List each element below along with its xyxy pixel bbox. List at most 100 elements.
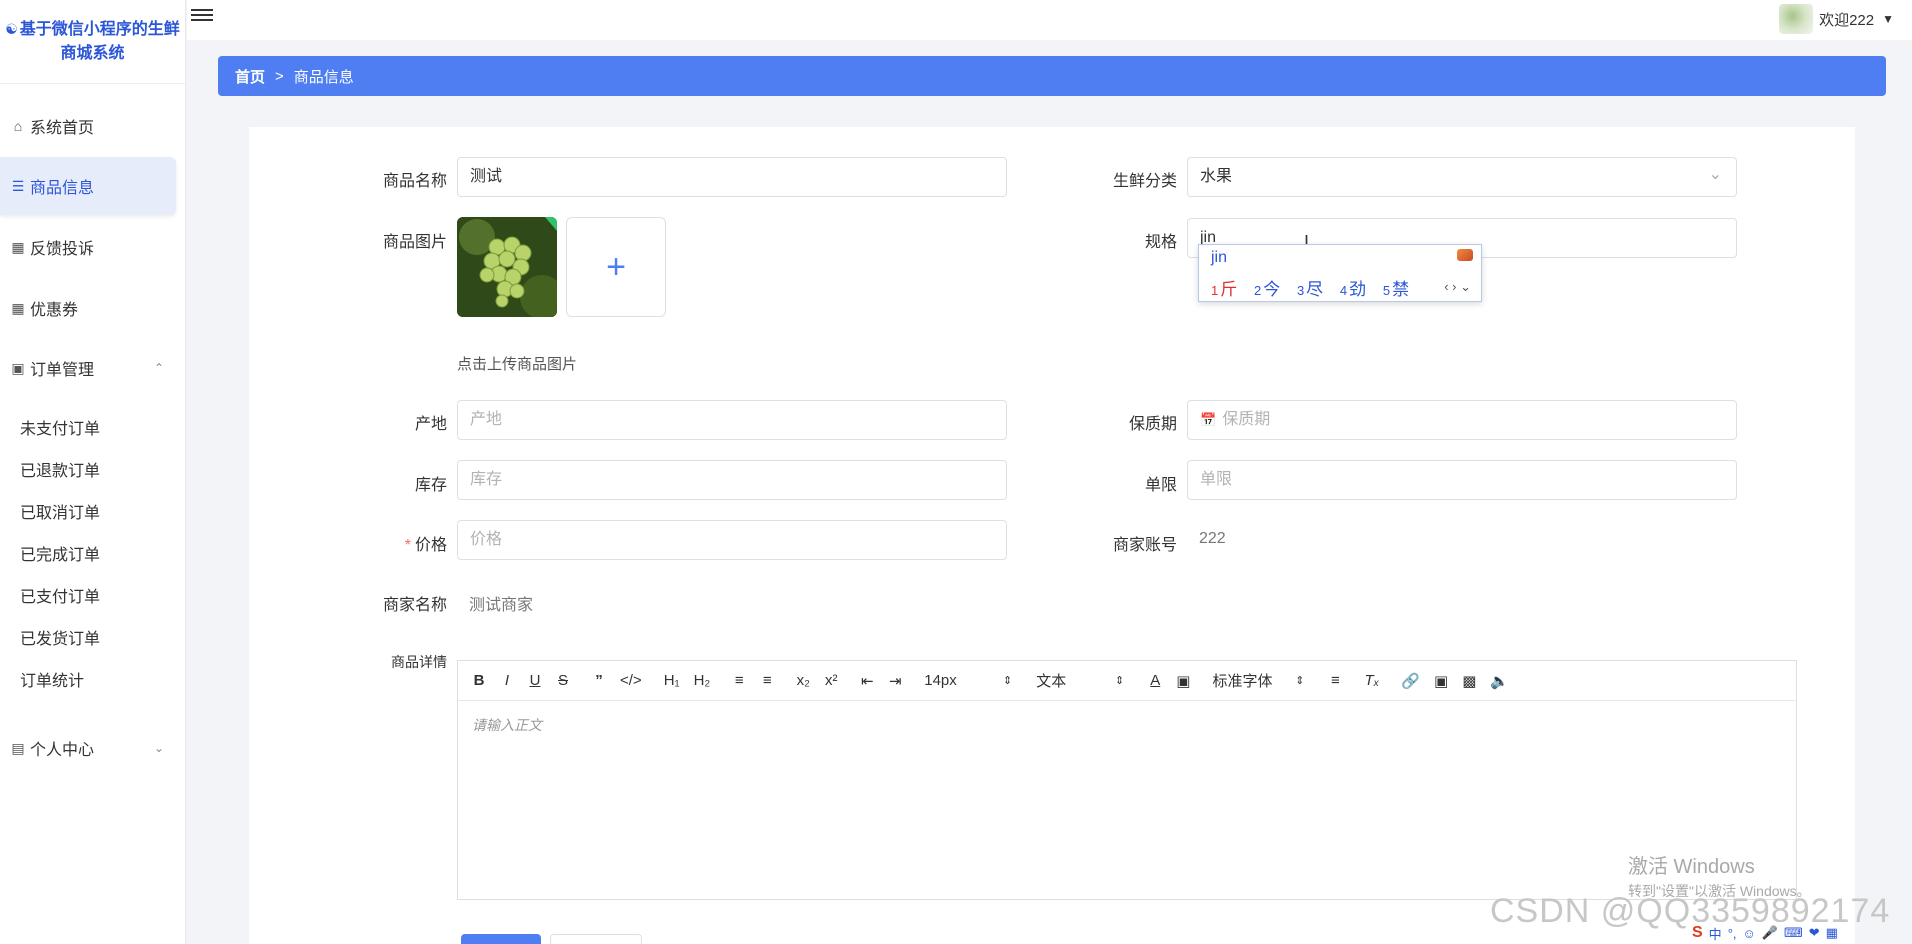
ime-page-nav[interactable]: ‹ › ⌄: [1444, 279, 1471, 295]
detail-label: 商品详情: [391, 654, 447, 670]
sidebar-subitem-stats[interactable]: 订单统计: [20, 670, 84, 694]
code-block-icon[interactable]: </>: [620, 672, 642, 689]
brand: ☯ 基于微信小程序的生鲜商城系统: [0, 0, 185, 84]
sidebar-item-profile[interactable]: ▤ 个人中心 ⌄: [0, 719, 176, 777]
outdent-icon[interactable]: ⇤: [860, 672, 874, 690]
ordered-list-icon[interactable]: ≡: [732, 672, 746, 689]
sogou-logo-icon[interactable]: S: [1692, 924, 1703, 942]
text-color-icon[interactable]: A: [1148, 672, 1162, 689]
breadcrumb-current: 商品信息: [293, 68, 354, 86]
punctuation-icon[interactable]: °,: [1728, 926, 1737, 941]
header-select[interactable]: 文本 ⇕: [1036, 670, 1124, 691]
sidebar-item-label: 系统首页: [30, 120, 95, 137]
sidebar-subitem-unpaid[interactable]: 未支付订单: [20, 418, 100, 442]
price-input[interactable]: 价格: [457, 520, 1007, 560]
cancel-button[interactable]: [550, 934, 642, 944]
keyboard-icon[interactable]: ⌨: [1784, 925, 1803, 941]
ime-logo-icon: [1457, 249, 1473, 261]
spec-label: 规格: [1144, 234, 1177, 251]
category-label: 生鲜分类: [1112, 173, 1177, 190]
menu-toggle-icon[interactable]: [191, 6, 213, 28]
origin-input[interactable]: 产地: [457, 400, 1007, 440]
submit-button[interactable]: [461, 934, 541, 944]
subscript-icon[interactable]: x₂: [796, 672, 810, 689]
mic-icon[interactable]: 🎤: [1762, 925, 1778, 941]
editor-content[interactable]: 请输入正文: [458, 701, 1796, 749]
welcome-text: 欢迎222: [1819, 11, 1875, 29]
sort-icon: ⇕: [1003, 675, 1013, 687]
strike-icon[interactable]: S: [556, 672, 570, 689]
sidebar-subitem-completed[interactable]: 已完成订单: [20, 544, 100, 568]
breadcrumb-separator: >: [275, 67, 284, 85]
ime-lang-label[interactable]: 中: [1709, 924, 1722, 943]
superscript-icon[interactable]: x²: [824, 672, 838, 689]
avatar: [1779, 4, 1814, 34]
bullet-list-icon[interactable]: ≡: [760, 672, 774, 689]
sidebar-item-label: 优惠券: [30, 302, 79, 319]
ime-candidate[interactable]: 1斤: [1211, 280, 1237, 299]
ime-tray: S 中 °, ☺ 🎤 ⌨ ❤ ▦: [1688, 922, 1848, 944]
sidebar-subitem-cancelled[interactable]: 已取消订单: [20, 502, 100, 526]
clear-format-icon[interactable]: Tₓ: [1364, 672, 1379, 689]
shelf-life-label: 保质期: [1128, 416, 1177, 433]
sidebar-item-feedback[interactable]: ▦ 反馈投诉: [0, 218, 176, 276]
background-color-icon[interactable]: ▣: [1176, 672, 1190, 690]
sidebar-subitem-paid[interactable]: 已支付订单: [20, 586, 100, 610]
audio-icon[interactable]: 🔈: [1490, 672, 1509, 690]
font-size-select[interactable]: 14px ⇕: [924, 672, 1012, 689]
sidebar-item-orders[interactable]: ▣ 订单管理 ⌃: [0, 339, 176, 397]
ime-candidate[interactable]: 2今: [1254, 280, 1280, 299]
ime-candidate[interactable]: 3尽: [1297, 280, 1323, 299]
indent-icon[interactable]: ⇥: [888, 672, 902, 690]
grid-icon: ▦: [11, 238, 25, 255]
merchant-account-label: 商家账号: [1112, 537, 1177, 554]
category-select[interactable]: 水果: [1187, 156, 1737, 197]
product-image[interactable]: [457, 217, 557, 317]
skin-icon[interactable]: ❤: [1809, 925, 1820, 941]
sidebar: ☯ 基于微信小程序的生鲜商城系统 ⌂ 系统首页 ☰ 商品信息 ▦ 反馈投诉 ▦ 优…: [0, 0, 186, 944]
blockquote-icon[interactable]: ”: [592, 672, 606, 689]
sidebar-subitem-refunded[interactable]: 已退款订单: [20, 460, 100, 484]
sidebar-item-products[interactable]: ☰ 商品信息: [0, 157, 176, 215]
shelf-life-input[interactable]: 📅 保质期: [1187, 400, 1737, 440]
sidebar-item-home[interactable]: ⌂ 系统首页: [0, 97, 176, 155]
align-icon[interactable]: ≡: [1328, 672, 1342, 689]
sidebar-subitem-shipped[interactable]: 已发货订单: [20, 628, 100, 652]
price-label: * 价格: [404, 537, 447, 554]
upload-plus-button[interactable]: +: [566, 217, 666, 317]
ime-candidate[interactable]: 4劲: [1340, 280, 1366, 299]
grid-icon[interactable]: ▦: [1826, 925, 1838, 941]
header1-icon[interactable]: H₁: [664, 672, 680, 689]
merchant-name-label: 商家名称: [382, 597, 447, 614]
sidebar-item-label: 商品信息: [30, 180, 95, 197]
ime-candidate[interactable]: 5禁: [1383, 280, 1409, 299]
chevron-down-icon: ⌄: [153, 741, 164, 755]
merchant-name-value: 测试商家: [469, 597, 534, 614]
chevron-up-icon: ⌃: [153, 361, 164, 375]
limit-input[interactable]: 单限: [1187, 460, 1737, 500]
sidebar-item-coupons[interactable]: ▦ 优惠券: [0, 279, 176, 337]
stock-input[interactable]: 库存: [457, 460, 1007, 500]
sidebar-item-label: 个人中心: [30, 742, 95, 759]
breadcrumb-home[interactable]: 首页: [235, 66, 265, 87]
header2-icon[interactable]: H₂: [694, 672, 711, 689]
link-icon[interactable]: 🔗: [1401, 672, 1420, 690]
sidebar-item-label: 订单管理: [30, 362, 95, 379]
italic-icon[interactable]: I: [500, 672, 514, 689]
emoji-icon[interactable]: ☺: [1743, 926, 1756, 941]
name-input[interactable]: 测试: [457, 157, 1007, 197]
bold-icon[interactable]: B: [472, 672, 486, 689]
video-icon[interactable]: ▩: [1462, 672, 1476, 690]
monitor-icon: ▣: [11, 359, 25, 376]
image-label: 商品图片: [382, 234, 447, 251]
card-icon: ▤: [11, 739, 25, 756]
brand-logo-icon: ☯: [5, 21, 18, 37]
underline-icon[interactable]: U: [528, 672, 542, 689]
stock-label: 库存: [414, 477, 447, 494]
image-icon[interactable]: ▣: [1434, 672, 1448, 690]
font-family-select[interactable]: 标准字体 ⇕: [1212, 670, 1304, 691]
ime-candidates: 1斤 2今 3尽 4劲 5禁: [1211, 275, 1421, 300]
user-menu[interactable]: 欢迎222 ▼: [1779, 4, 1894, 34]
required-mark: *: [404, 537, 411, 554]
brand-title: 基于微信小程序的生鲜商城系统: [19, 21, 180, 62]
